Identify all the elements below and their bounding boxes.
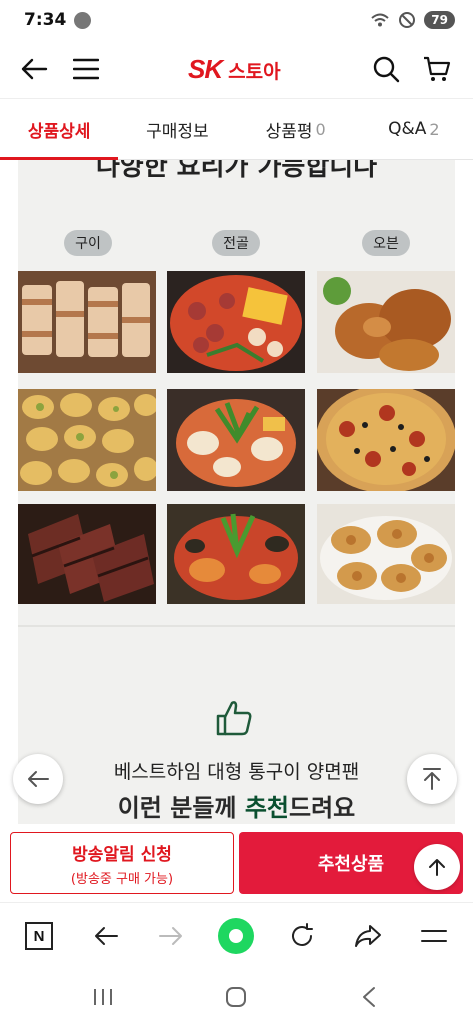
system-back-button[interactable] <box>354 982 384 1012</box>
food-photo-pork-belly <box>18 271 156 373</box>
browser-refresh-button[interactable] <box>284 918 320 954</box>
thumbs-up-icon <box>214 698 254 742</box>
wifi-icon <box>371 13 389 27</box>
browser-menu-button[interactable] <box>416 918 452 954</box>
tab-purchase-info[interactable]: 구매정보 <box>118 99 236 159</box>
browser-back-button[interactable] <box>88 918 124 954</box>
arrow-right-icon <box>159 927 182 945</box>
tab-label: 상품평 <box>265 121 313 142</box>
product-tabs: 상품상세 구매정보 상품평 0 Q&A 2 <box>0 98 473 160</box>
browser-green-dot-button[interactable] <box>218 918 254 954</box>
food-photo-steak <box>18 504 156 604</box>
back-button[interactable] <box>14 49 54 89</box>
search-icon <box>373 56 400 83</box>
cart-button[interactable] <box>417 49 457 89</box>
recent-apps-icon <box>94 989 112 1005</box>
refresh-icon <box>292 923 313 946</box>
tab-count: 2 <box>429 119 440 139</box>
product-subtitle: 베스트하임 대형 통구이 양면팬 <box>113 761 360 783</box>
food-photo-seafood-hotpot <box>167 504 305 604</box>
status-time: 7:34 <box>24 10 67 30</box>
cart-icon <box>424 56 451 81</box>
scroll-to-top-button[interactable] <box>407 754 457 804</box>
app-header: SK 스토아 <box>0 40 473 98</box>
share-icon <box>355 925 381 947</box>
recommend-title-highlight: 추천 <box>244 794 290 822</box>
tab-label: 상품상세 <box>27 121 91 142</box>
arrow-up-icon <box>429 859 445 876</box>
browser-home-button[interactable]: N <box>21 918 57 954</box>
arrow-up-bar-icon <box>423 768 441 790</box>
brand-logo-mark: SK <box>188 54 223 84</box>
bottom-cta-bar: 방송알림 신청 (방송중 구매 가능) 추천상품 <box>0 824 473 902</box>
tab-reviews[interactable]: 상품평 0 <box>237 99 355 159</box>
product-detail-content: 다양한 요리가 가능합니다 구이 전골 오븐 베스트하임 대형 통구이 양면팬 … <box>18 160 455 824</box>
tab-label: Q&A <box>388 119 427 139</box>
browser-forward-button[interactable] <box>153 918 189 954</box>
naver-n-icon: N <box>25 922 53 950</box>
food-photo-pizza <box>317 389 455 491</box>
food-photo-jeon <box>18 389 156 491</box>
brand-name: 스토아 <box>228 61 281 83</box>
search-button[interactable] <box>366 49 406 89</box>
system-navigation-bar <box>0 968 473 1024</box>
arrow-left-icon <box>28 771 49 787</box>
recommend-title-suffix: 드려요 <box>289 794 356 822</box>
naver-n-label: N <box>33 927 45 945</box>
recommended-products-label: 추천상품 <box>317 854 385 875</box>
food-photo-budae-jjigae <box>167 271 305 373</box>
notification-icon <box>74 11 92 29</box>
hamburger-icon <box>73 58 99 80</box>
tab-product-detail[interactable]: 상품상세 <box>0 99 119 160</box>
menu-button[interactable] <box>66 49 106 89</box>
battery-indicator: 79 <box>424 11 455 29</box>
do-not-disturb-icon <box>399 12 416 28</box>
browser-toolbar: N <box>0 902 473 968</box>
hamburger-icon <box>421 930 447 942</box>
food-photo-baked-scallops <box>317 504 455 604</box>
food-photo-roast-chicken <box>317 271 455 373</box>
recent-apps-button[interactable] <box>88 982 118 1012</box>
section-divider <box>18 625 455 627</box>
category-label-oven: 오븐 <box>362 230 410 256</box>
status-bar: 7:34 79 <box>0 0 473 40</box>
food-photo-dumpling-hotpot <box>167 389 305 491</box>
brand-logo[interactable]: SK 스토아 <box>188 54 281 85</box>
category-label-grill: 구이 <box>64 230 112 256</box>
recommend-title: 이런 분들께 추천드려요 <box>18 788 455 823</box>
broadcast-notify-button[interactable]: 방송알림 신청 (방송중 구매 가능) <box>10 832 234 894</box>
broadcast-notify-label: 방송알림 신청 <box>72 844 172 865</box>
home-icon <box>226 987 246 1007</box>
section-headline: 다양한 요리가 가능합니다 <box>95 160 378 182</box>
browser-share-button[interactable] <box>350 918 386 954</box>
tab-count: 0 <box>315 119 326 139</box>
arrow-left-icon <box>21 58 48 80</box>
floating-back-button[interactable] <box>13 754 63 804</box>
cta-up-button[interactable] <box>414 844 460 890</box>
category-label-hotpot: 전골 <box>212 230 260 256</box>
tab-label: 구매정보 <box>146 121 209 142</box>
tab-qna[interactable]: Q&A 2 <box>355 99 473 159</box>
home-button[interactable] <box>221 982 251 1012</box>
chevron-left-icon <box>363 987 375 1007</box>
recommend-title-prefix: 이런 분들께 <box>117 794 245 822</box>
arrow-left-icon <box>95 927 118 945</box>
green-dot-icon <box>218 918 254 954</box>
broadcast-notify-sublabel: (방송중 구매 가능) <box>70 871 174 887</box>
